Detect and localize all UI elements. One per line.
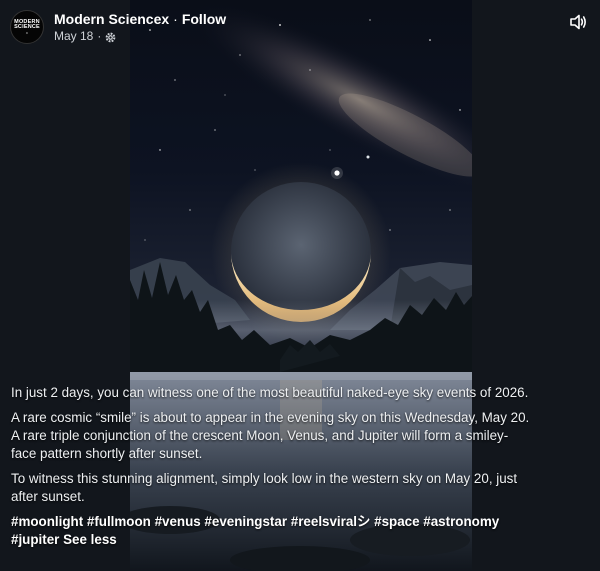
name-row: Modern Sciencex · Follow bbox=[54, 10, 226, 28]
post-date[interactable]: May 18 bbox=[54, 28, 93, 44]
separator: · bbox=[173, 11, 178, 27]
caption-paragraph: To witness this stunning alignment, simp… bbox=[11, 471, 518, 504]
see-less-button[interactable]: See less bbox=[63, 532, 117, 547]
post-meta: Modern Sciencex · Follow May 18 · bbox=[54, 10, 226, 44]
avatar[interactable]: MODERN SCIENCE X bbox=[10, 10, 44, 44]
page-name[interactable]: Modern Sciencex bbox=[54, 11, 169, 27]
caption-paragraph: A rare cosmic “smile” is about to appear… bbox=[11, 410, 530, 461]
reel-viewer: MODERN SCIENCE X Modern Sciencex · Follow … bbox=[0, 0, 600, 571]
caption-paragraph: In just 2 days, you can witness one of t… bbox=[11, 385, 529, 400]
caption-hashtags-line: #moonlight #fullmoon #venus #eveningstar… bbox=[11, 513, 531, 549]
avatar-logo-text: MODERN SCIENCE X bbox=[14, 18, 40, 35]
follow-button[interactable]: Follow bbox=[182, 11, 226, 27]
globe-settings-icon[interactable] bbox=[105, 31, 116, 42]
date-row: May 18 · bbox=[54, 28, 226, 44]
speaker-icon[interactable] bbox=[568, 12, 588, 32]
date-separator: · bbox=[97, 29, 102, 43]
post-header: MODERN SCIENCE X Modern Sciencex · Follow … bbox=[10, 7, 226, 47]
post-caption: In just 2 days, you can witness one of t… bbox=[11, 384, 531, 556]
